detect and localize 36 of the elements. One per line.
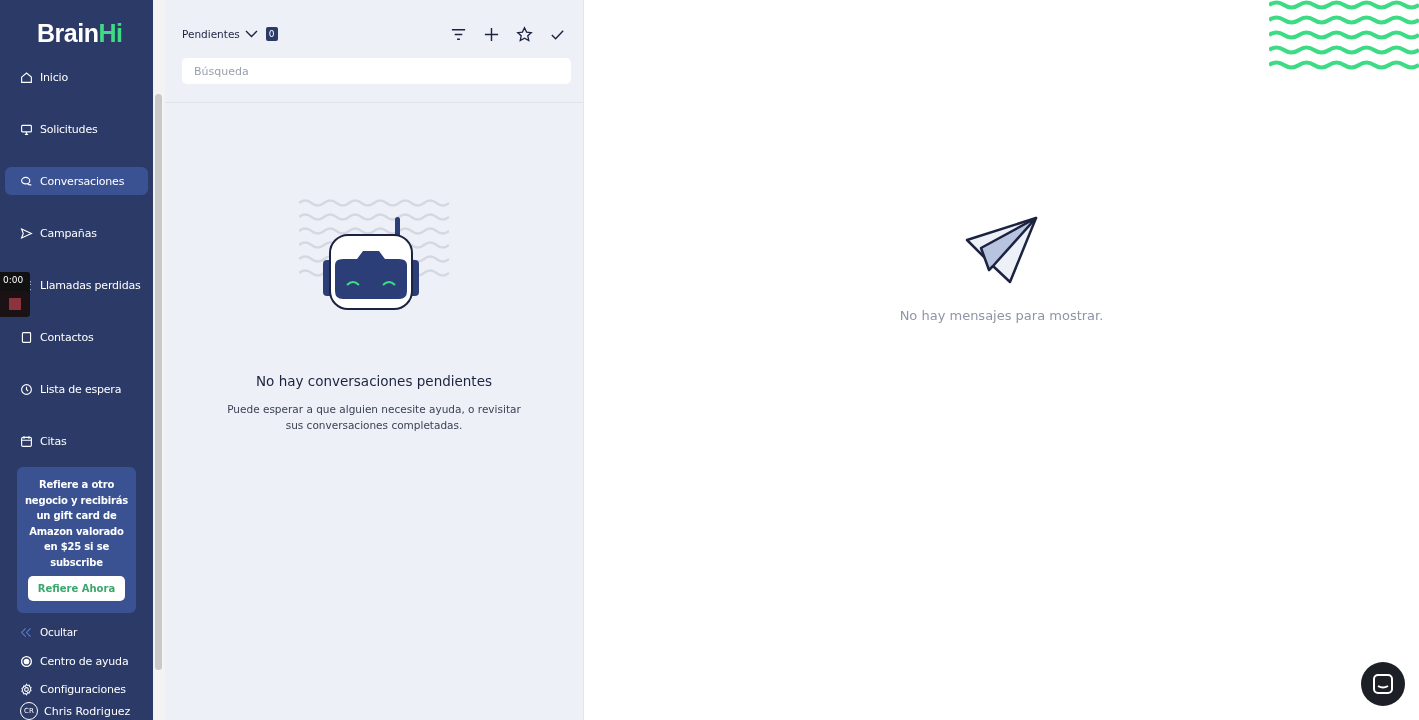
- nav-item[interactable]: Centro de ayuda: [5, 652, 148, 670]
- send-icon: [20, 226, 33, 240]
- contacts-icon: [20, 330, 33, 344]
- chat-launcher-button[interactable]: [1361, 662, 1405, 706]
- monitor-icon: [20, 122, 33, 136]
- empty-message: No hay mensajes para mostrar.: [899, 308, 1104, 323]
- nav-item[interactable]: Solicitudes: [5, 115, 148, 144]
- filter-dropdown[interactable]: Pendientes: [182, 28, 258, 40]
- double-chevron-icon: [20, 625, 33, 639]
- plus-icon[interactable]: [483, 25, 500, 43]
- nav-item[interactable]: Campañas: [5, 219, 148, 248]
- nav-item[interactable]: Conversaciones: [5, 167, 148, 196]
- chat-icon: [1372, 673, 1394, 695]
- search-field[interactable]: Búsqueda: [182, 58, 571, 84]
- settings-icon: [20, 683, 33, 697]
- empty-title: No hay conversaciones pendientes: [256, 373, 492, 389]
- nav-item[interactable]: Citas: [5, 427, 148, 456]
- empty-text: Puede esperar a que alguien necesite ayuda, o revisitar sus conversaciones completadas.: [226, 402, 522, 433]
- clock-icon: [20, 382, 33, 396]
- home-icon: [20, 70, 33, 84]
- paper-plane-icon: [964, 216, 1039, 286]
- chevron-down-icon: [244, 30, 258, 38]
- promo-text: Refiere a otro negocio y recibirás un gift card de Amazon valorado en $25 si se subscribe: [23, 478, 130, 570]
- logo: BrainHi: [36, 18, 124, 49]
- nav-item[interactable]: Inicio: [5, 63, 148, 92]
- nav-item[interactable]: Lista de espera: [5, 375, 148, 404]
- scrollbar-thumb[interactable]: [155, 94, 162, 670]
- star-icon[interactable]: [516, 25, 533, 43]
- calendar-icon: [20, 434, 33, 448]
- count-badge: 0: [265, 27, 278, 41]
- hide-sidebar-link[interactable]: Ocultar: [5, 624, 148, 641]
- user-name: Chris Rodriguez: [44, 704, 131, 718]
- chat-icon: [20, 174, 33, 188]
- nav-item[interactable]: Configuraciones: [5, 681, 148, 698]
- nav-item[interactable]: Contactos: [5, 323, 148, 352]
- help-icon: [20, 654, 33, 668]
